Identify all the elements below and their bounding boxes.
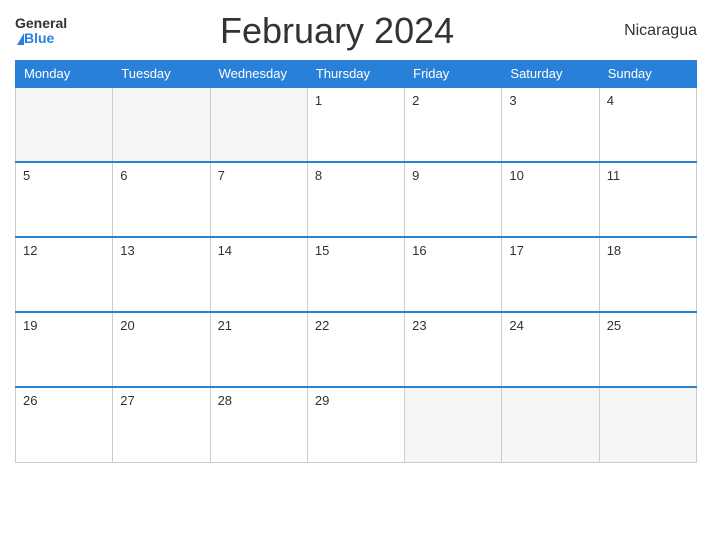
calendar-day-cell <box>210 87 307 162</box>
calendar-day-cell: 22 <box>307 312 404 387</box>
header-saturday: Saturday <box>502 61 599 88</box>
day-number: 19 <box>23 318 37 333</box>
day-number: 25 <box>607 318 621 333</box>
calendar-day-cell: 28 <box>210 387 307 462</box>
calendar-day-cell: 4 <box>599 87 696 162</box>
calendar-week-row: 5 6 7 8 9 10 11 <box>16 162 697 237</box>
calendar-week-row: 1 2 3 4 <box>16 87 697 162</box>
day-number: 9 <box>412 168 419 183</box>
calendar-day-cell: 29 <box>307 387 404 462</box>
calendar-day-cell: 1 <box>307 87 404 162</box>
calendar-day-cell: 21 <box>210 312 307 387</box>
month-title: February 2024 <box>67 10 607 52</box>
day-number: 16 <box>412 243 426 258</box>
day-number: 29 <box>315 393 329 408</box>
day-number: 18 <box>607 243 621 258</box>
calendar-day-cell: 20 <box>113 312 210 387</box>
day-number: 3 <box>509 93 516 108</box>
logo-triangle-icon <box>17 33 24 45</box>
day-number: 2 <box>412 93 419 108</box>
calendar-day-cell: 23 <box>405 312 502 387</box>
logo-blue-text: Blue <box>24 31 54 46</box>
calendar-day-cell: 15 <box>307 237 404 312</box>
day-number: 6 <box>120 168 127 183</box>
country-label: Nicaragua <box>607 22 697 40</box>
calendar-thead: Monday Tuesday Wednesday Thursday Friday… <box>16 61 697 88</box>
day-number: 10 <box>509 168 523 183</box>
calendar-day-cell: 12 <box>16 237 113 312</box>
calendar-body: 1234567891011121314151617181920212223242… <box>16 87 697 462</box>
calendar-day-cell: 6 <box>113 162 210 237</box>
calendar-day-cell: 13 <box>113 237 210 312</box>
logo-general-text: General <box>15 16 67 31</box>
calendar-header: General Blue February 2024 Nicaragua <box>15 10 697 52</box>
calendar-day-cell: 10 <box>502 162 599 237</box>
day-number: 27 <box>120 393 134 408</box>
calendar-day-cell: 25 <box>599 312 696 387</box>
day-number: 7 <box>218 168 225 183</box>
day-number: 4 <box>607 93 614 108</box>
header-thursday: Thursday <box>307 61 404 88</box>
days-header-row: Monday Tuesday Wednesday Thursday Friday… <box>16 61 697 88</box>
calendar-day-cell: 24 <box>502 312 599 387</box>
calendar-day-cell: 5 <box>16 162 113 237</box>
day-number: 12 <box>23 243 37 258</box>
calendar-day-cell: 9 <box>405 162 502 237</box>
calendar-week-row: 19 20 21 22 23 24 25 <box>16 312 697 387</box>
calendar-table: Monday Tuesday Wednesday Thursday Friday… <box>15 60 697 463</box>
calendar-day-cell: 16 <box>405 237 502 312</box>
calendar-container: General Blue February 2024 Nicaragua Mon… <box>0 0 712 550</box>
calendar-day-cell: 14 <box>210 237 307 312</box>
header-tuesday: Tuesday <box>113 61 210 88</box>
header-monday: Monday <box>16 61 113 88</box>
calendar-day-cell: 3 <box>502 87 599 162</box>
day-number: 20 <box>120 318 134 333</box>
day-number: 8 <box>315 168 322 183</box>
day-number: 15 <box>315 243 329 258</box>
calendar-day-cell: 7 <box>210 162 307 237</box>
day-number: 23 <box>412 318 426 333</box>
day-number: 11 <box>607 168 621 183</box>
calendar-day-cell <box>113 87 210 162</box>
day-number: 21 <box>218 318 232 333</box>
calendar-day-cell <box>16 87 113 162</box>
day-number: 28 <box>218 393 232 408</box>
header-sunday: Sunday <box>599 61 696 88</box>
day-number: 13 <box>120 243 134 258</box>
calendar-week-row: 12 13 14 15 16 17 18 <box>16 237 697 312</box>
calendar-day-cell <box>502 387 599 462</box>
calendar-week-row: 26 27 28 29 <box>16 387 697 462</box>
day-number: 26 <box>23 393 37 408</box>
calendar-day-cell: 19 <box>16 312 113 387</box>
calendar-day-cell: 27 <box>113 387 210 462</box>
calendar-day-cell: 2 <box>405 87 502 162</box>
header-wednesday: Wednesday <box>210 61 307 88</box>
calendar-day-cell: 18 <box>599 237 696 312</box>
day-number: 22 <box>315 318 329 333</box>
day-number: 5 <box>23 168 30 183</box>
header-friday: Friday <box>405 61 502 88</box>
day-number: 17 <box>509 243 523 258</box>
day-number: 14 <box>218 243 232 258</box>
calendar-day-cell: 26 <box>16 387 113 462</box>
calendar-day-cell: 8 <box>307 162 404 237</box>
day-number: 24 <box>509 318 523 333</box>
calendar-day-cell: 11 <box>599 162 696 237</box>
day-number: 1 <box>315 93 322 108</box>
logo: General Blue <box>15 16 67 47</box>
calendar-day-cell <box>405 387 502 462</box>
calendar-day-cell: 17 <box>502 237 599 312</box>
calendar-day-cell <box>599 387 696 462</box>
